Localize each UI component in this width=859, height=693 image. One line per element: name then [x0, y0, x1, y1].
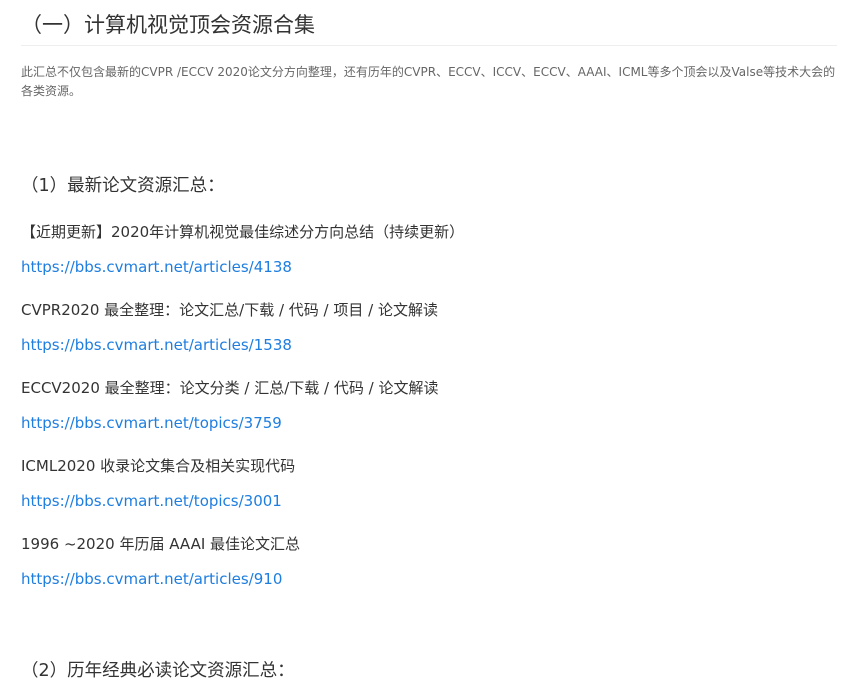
- resource-link[interactable]: https://bbs.cvmart.net/articles/1538: [21, 334, 292, 356]
- section-title: （一）计算机视觉顶会资源合集: [21, 13, 315, 37]
- resource-title: 1996 ~2020 年历届 AAAI 最佳论文汇总: [21, 535, 301, 553]
- resource-title: ICML2020 收录论文集合及相关实现代码: [21, 457, 296, 475]
- resource-link[interactable]: https://bbs.cvmart.net/articles/4138: [21, 256, 292, 278]
- resource-link[interactable]: https://bbs.cvmart.net/topics/3759: [21, 412, 282, 434]
- resource-link[interactable]: https://bbs.cvmart.net/topics/3001: [21, 490, 282, 512]
- resource-title: CVPR2020 最全整理：论文汇总/下载 / 代码 / 项目 / 论文解读: [21, 301, 438, 319]
- section-intro: 此汇总不仅包含最新的CVPR /ECCV 2020论文分方向整理，还有历年的CV…: [21, 65, 836, 98]
- subsection-heading-latest: （1）最新论文资源汇总：: [21, 176, 225, 196]
- resource-title: ECCV2020 最全整理：论文分类 / 汇总/下载 / 代码 / 论文解读: [21, 379, 439, 397]
- resource-link[interactable]: https://bbs.cvmart.net/articles/910: [21, 568, 282, 590]
- section-title-divider: [21, 45, 837, 46]
- resource-title: 【近期更新】2020年计算机视觉最佳综述分方向总结（持续更新）: [21, 223, 465, 241]
- subsection-heading-classic: （2）历年经典必读论文资源汇总：: [21, 661, 295, 681]
